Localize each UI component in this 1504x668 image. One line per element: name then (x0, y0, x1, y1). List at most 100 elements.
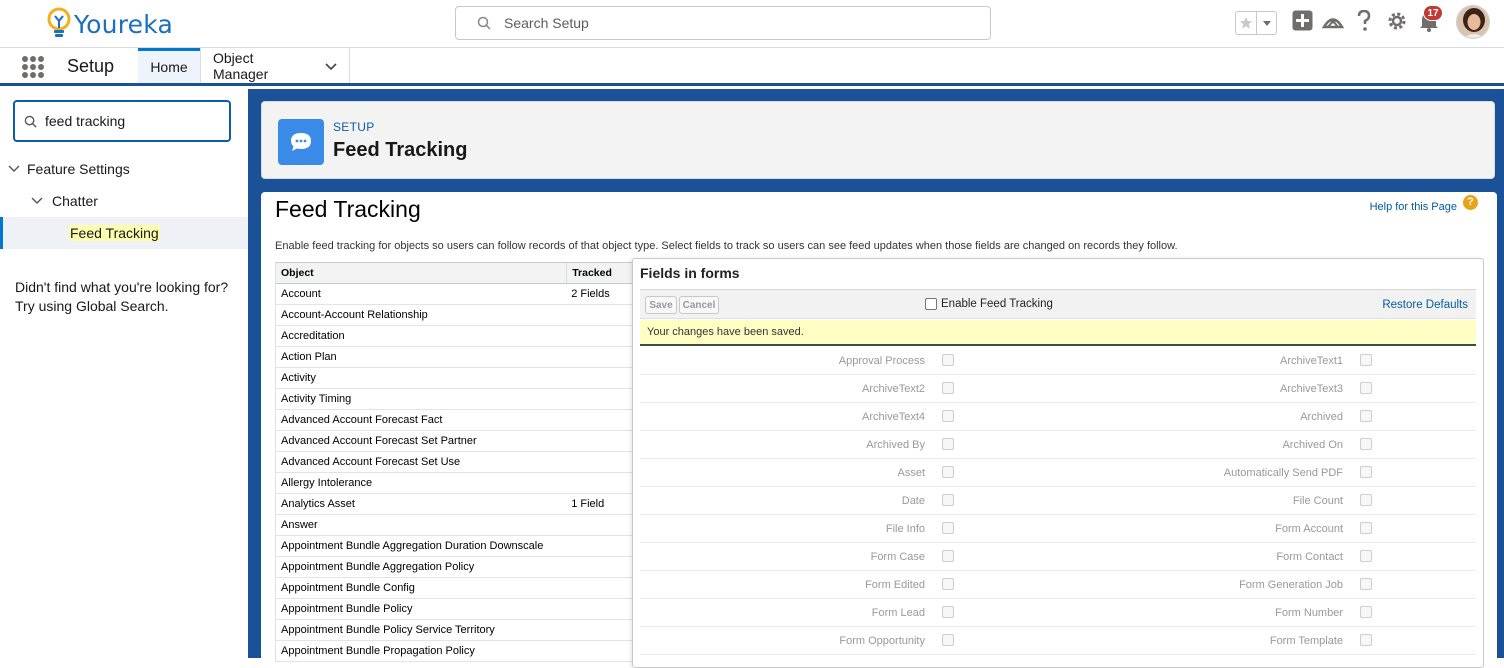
table-row[interactable]: Advanced Account Forecast Set Use (276, 452, 635, 473)
field-track-checkbox[interactable] (942, 634, 954, 646)
trailhead-icon[interactable] (1321, 10, 1345, 37)
table-row[interactable]: Allergy Intolerance (276, 473, 635, 494)
youreka-logo[interactable]: Youreka (46, 6, 173, 42)
tracked-count-cell: 2 Fields (571, 288, 610, 300)
search-icon (24, 115, 37, 128)
field-track-checkbox[interactable] (1360, 382, 1372, 394)
page-title: Feed Tracking (333, 139, 468, 161)
field-track-checkbox[interactable] (1360, 494, 1372, 506)
field-track-checkbox[interactable] (942, 354, 954, 366)
field-track-checkbox[interactable] (942, 438, 954, 450)
quick-find-box[interactable] (13, 100, 231, 142)
table-row[interactable]: Appointment Bundle Policy (276, 599, 635, 620)
object-name-cell: Analytics Asset (281, 498, 355, 510)
field-track-checkbox[interactable] (1360, 354, 1372, 366)
quick-find-input[interactable] (45, 113, 215, 129)
field-row: Form Lead Form Number (640, 599, 1476, 627)
table-row[interactable]: Answer (276, 515, 635, 536)
global-search-input[interactable] (504, 15, 964, 31)
restore-defaults-link[interactable]: Restore Defaults (1382, 299, 1468, 311)
field-track-checkbox[interactable] (942, 494, 954, 506)
lightbulb-icon (46, 7, 72, 41)
content-panel: Feed Tracking Help for this Page ? Enabl… (261, 192, 1497, 668)
table-row[interactable]: Activity (276, 368, 635, 389)
table-row[interactable]: Advanced Account Forecast Set Partner (276, 431, 635, 452)
field-track-checkbox[interactable] (942, 410, 954, 422)
table-row[interactable]: Appointment Bundle Aggregation Duration … (276, 536, 635, 557)
cancel-button[interactable]: Cancel (679, 296, 719, 314)
field-track-checkbox[interactable] (1360, 634, 1372, 646)
field-track-checkbox[interactable] (942, 606, 954, 618)
tab-object-manager[interactable]: Object Manager (200, 48, 350, 83)
field-track-checkbox[interactable] (1360, 410, 1372, 422)
field-track-checkbox[interactable] (942, 522, 954, 534)
field-row: Form Edited Form Generation Job (640, 571, 1476, 599)
field-track-checkbox[interactable] (1360, 606, 1372, 618)
object-name-cell: Appointment Bundle Aggregation Duration … (281, 540, 544, 552)
app-name: Setup (67, 56, 115, 76)
object-name-cell: Account (281, 288, 321, 300)
table-row[interactable]: Analytics Asset 1 Field (276, 494, 635, 515)
field-row: Approval Process ArchiveText1 (640, 347, 1476, 375)
field-row: Asset Automatically Send PDF (640, 459, 1476, 487)
content-title: Feed Tracking (275, 196, 421, 222)
table-row[interactable]: Appointment Bundle Policy Service Territ… (276, 620, 635, 641)
field-track-checkbox[interactable] (1360, 466, 1372, 478)
global-actions-plus-icon[interactable] (1292, 10, 1313, 36)
field-track-checkbox[interactable] (1360, 578, 1372, 590)
tracked-count-cell: 1 Field (571, 498, 605, 510)
help-question-icon[interactable]: ? (1463, 195, 1478, 210)
table-row[interactable]: Appointment Bundle Config (276, 578, 635, 599)
tree-item-feature-settings[interactable]: Feature Settings (0, 153, 248, 185)
tracked-count-cell (566, 515, 635, 535)
save-button[interactable]: Save (645, 296, 677, 314)
object-name-cell: Appointment Bundle Policy Service Territ… (281, 624, 495, 636)
enable-feed-tracking-toggle[interactable]: Enable Feed Tracking (925, 298, 1053, 310)
tracked-count-cell (566, 620, 635, 640)
object-name-cell: Account-Account Relationship (281, 309, 428, 321)
table-row[interactable]: Account-Account Relationship (276, 305, 635, 326)
field-track-checkbox[interactable] (1360, 438, 1372, 450)
field-track-checkbox[interactable] (1360, 522, 1372, 534)
fields-panel-title: Fields in forms (640, 265, 740, 281)
app-launcher-waffle-icon[interactable] (22, 56, 44, 78)
fields-panel: Fields in forms Save Cancel Enable Feed … (632, 258, 1484, 668)
field-track-checkbox[interactable] (1360, 550, 1372, 562)
field-track-checkbox[interactable] (942, 466, 954, 478)
field-track-checkbox[interactable] (942, 382, 954, 394)
table-row[interactable]: Advanced Account Forecast Fact (276, 410, 635, 431)
object-name-cell: Action Plan (281, 351, 337, 363)
table-row[interactable]: Accreditation (276, 326, 635, 347)
field-row: ArchiveText2 ArchiveText3 (640, 375, 1476, 403)
field-track-checkbox[interactable] (942, 550, 954, 562)
tree-item-chatter[interactable]: Chatter (0, 185, 248, 217)
field-track-checkbox[interactable] (942, 578, 954, 590)
chevron-down-icon[interactable] (31, 197, 43, 205)
favorites-button[interactable] (1235, 11, 1277, 35)
gear-icon[interactable] (1386, 10, 1408, 37)
chevron-down-icon[interactable] (325, 58, 337, 74)
global-search[interactable] (455, 6, 991, 40)
table-row[interactable]: Account 2 Fields (276, 284, 635, 305)
notification-badge[interactable]: 17 (1423, 5, 1443, 21)
chevron-down-icon[interactable] (1257, 12, 1276, 34)
tracked-count-cell (566, 410, 635, 430)
tree-item-feed-tracking[interactable]: Feed Tracking (0, 217, 248, 249)
table-row[interactable]: Activity Timing (276, 389, 635, 410)
tracked-count-cell (566, 473, 635, 493)
help-icon[interactable] (1356, 9, 1372, 37)
field-label: ArchiveText4 (862, 411, 925, 423)
tab-home[interactable]: Home (138, 48, 200, 83)
table-row[interactable]: Appointment Bundle Propagation Policy (276, 641, 635, 662)
field-row: Date File Count (640, 487, 1476, 515)
table-row[interactable]: Action Plan (276, 347, 635, 368)
field-label: Form Opportunity (839, 635, 925, 647)
chevron-down-icon[interactable] (8, 165, 20, 173)
table-row[interactable]: Appointment Bundle Aggregation Policy (276, 557, 635, 578)
field-row: Form Opportunity Form Template (640, 627, 1476, 655)
star-icon[interactable] (1236, 12, 1258, 34)
page-eyebrow: SETUP (333, 120, 375, 134)
help-for-this-page-link[interactable]: Help for this Page (1370, 201, 1457, 213)
user-avatar[interactable] (1456, 5, 1490, 39)
enable-feed-tracking-checkbox[interactable] (925, 298, 937, 310)
